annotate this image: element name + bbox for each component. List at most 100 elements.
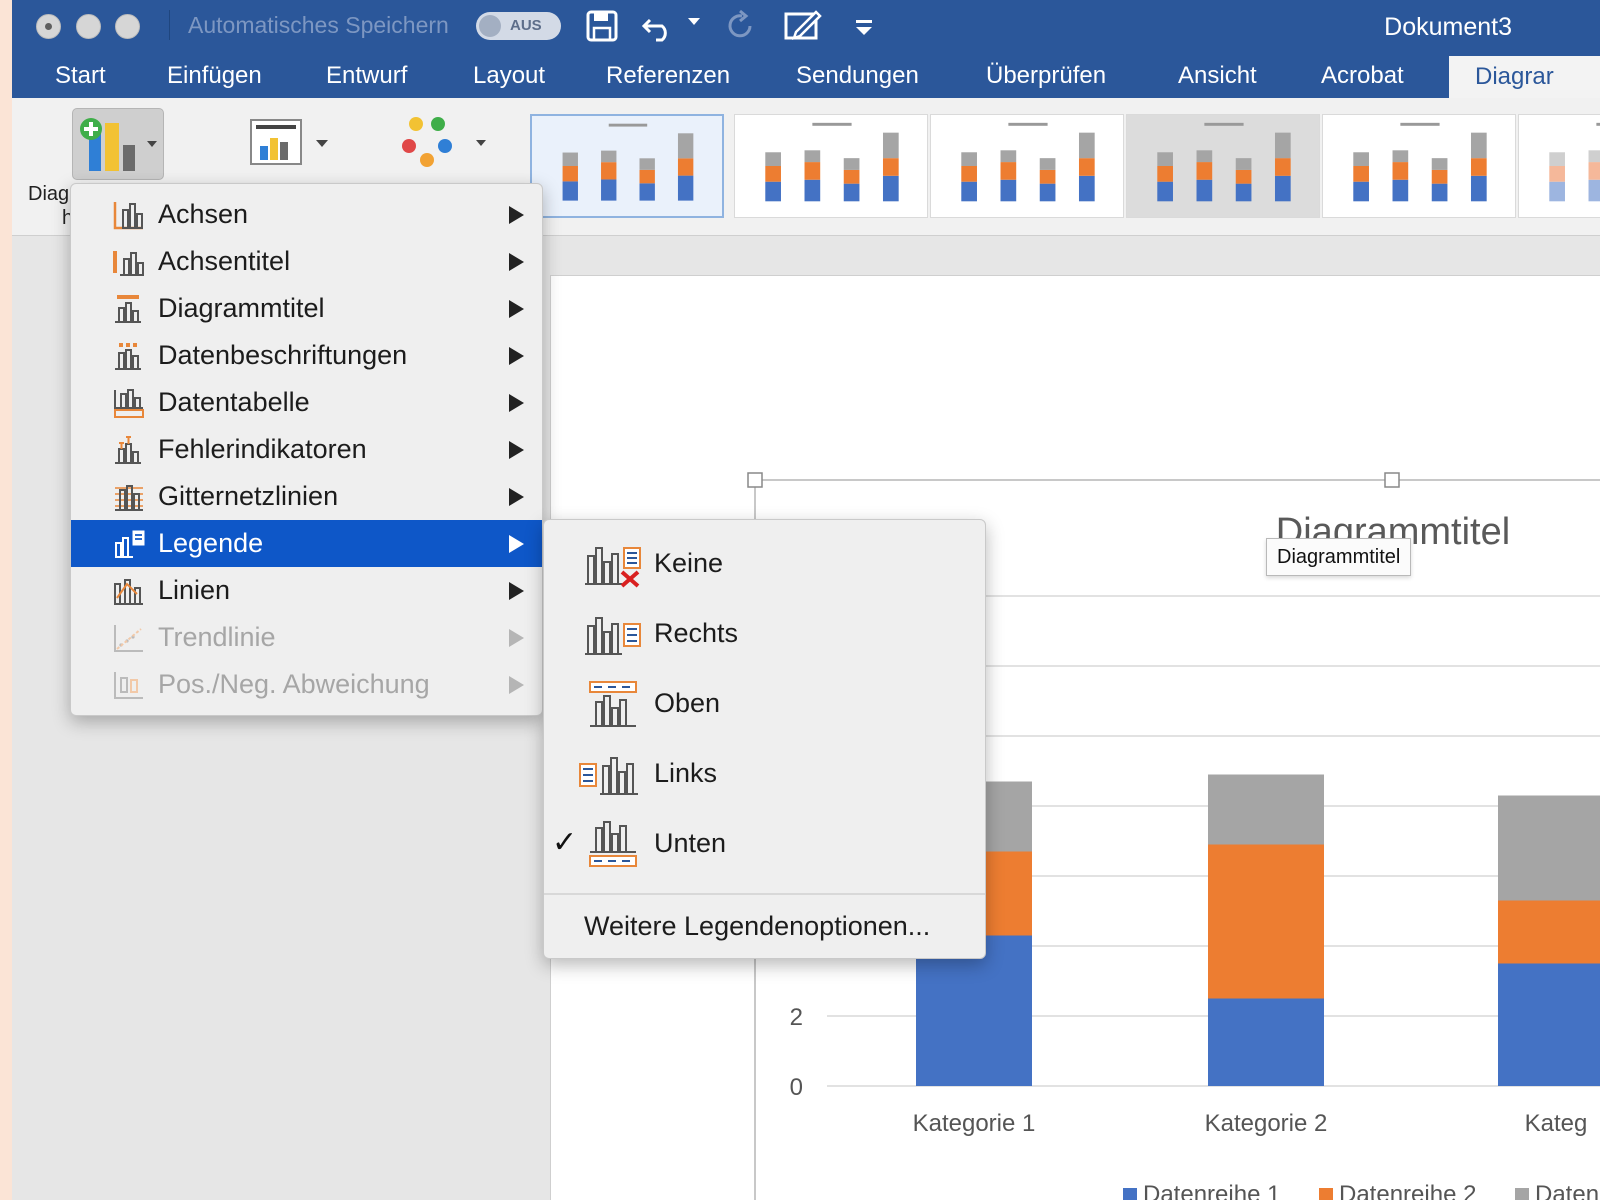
thumb-bar <box>1039 158 1056 170</box>
thumb-bar <box>882 132 899 159</box>
thumb-bar <box>804 162 821 180</box>
chart-style-thumbnail[interactable] <box>930 114 1124 218</box>
menu-item-fehlerindikatoren[interactable]: Fehlerindikatoren <box>71 426 542 473</box>
thumb-bar <box>804 179 821 202</box>
thumb-bar <box>1274 175 1291 202</box>
redo-icon[interactable] <box>724 8 758 44</box>
thumb-bar <box>1431 169 1448 184</box>
chart-style-preview <box>562 123 694 201</box>
chart-style-thumbnail[interactable] <box>734 114 928 218</box>
tab-layout[interactable]: Layout <box>473 58 545 94</box>
tab-start[interactable]: Start <box>55 58 106 94</box>
thumb-bar <box>882 175 899 202</box>
menu-item-unten[interactable]: ✓ Unten <box>544 808 985 878</box>
thumb-bar <box>601 150 617 163</box>
thumb-bar <box>1157 166 1173 182</box>
chart-style-thumbnail[interactable] <box>530 114 724 218</box>
data-labels-icon <box>115 343 141 370</box>
more-legend-options-item[interactable]: Weitere Legendenoptionen... <box>584 906 930 946</box>
menu-item-gitternetzlinien[interactable]: Gitternetzlinien <box>71 473 542 520</box>
add-chart-element-button[interactable] <box>72 108 164 180</box>
thumb-bar <box>961 181 977 202</box>
legend-right-icon <box>585 617 641 655</box>
data-table-icon <box>114 389 144 418</box>
menu-item-datentabelle[interactable]: Datentabelle <box>71 379 542 426</box>
menu-item-linien[interactable]: Linien <box>71 567 542 614</box>
quick-layout-icon[interactable] <box>250 118 310 168</box>
bar-segment <box>1498 795 1600 901</box>
save-icon[interactable] <box>584 8 620 44</box>
menu-item-keine[interactable]: Keine <box>544 528 985 598</box>
menu-item-achsentitel[interactable]: Achsentitel <box>71 238 542 285</box>
close-window-button[interactable] <box>36 14 61 39</box>
chart-styles-gallery <box>530 112 1600 222</box>
menu-item-legende[interactable]: Legende <box>71 520 542 567</box>
thumb-bar <box>1196 150 1213 163</box>
menu-item-rechts[interactable]: Rechts <box>544 598 985 668</box>
thumb-bar <box>1549 152 1565 166</box>
submenu-arrow-icon <box>509 253 524 271</box>
thumb-bar <box>1392 162 1409 180</box>
checkmark-icon: ✓ <box>552 826 578 859</box>
thumb-bar <box>1274 132 1291 159</box>
customize-toolbar-icon[interactable] <box>852 8 876 44</box>
menu-item-datenbeschriftungen[interactable]: Datenbeschriftungen <box>71 332 542 379</box>
bar-segment <box>1208 844 1324 999</box>
tab-ueberpruefen[interactable]: Überprüfen <box>986 58 1106 94</box>
zoom-window-button[interactable] <box>115 14 140 39</box>
tab-entwurf[interactable]: Entwurf <box>326 58 407 94</box>
axis-title-icon <box>113 251 144 276</box>
menu-item-diagrammtitel[interactable]: Diagrammtitel <box>71 285 542 332</box>
change-colors-icon[interactable] <box>396 114 486 174</box>
undo-dropdown-icon[interactable] <box>688 18 700 25</box>
tab-diagrammentwurf[interactable]: Diagrar <box>1449 56 1600 100</box>
thumb-bar <box>843 183 860 202</box>
thumb-bar <box>1235 158 1252 170</box>
thumb-bar <box>562 166 578 182</box>
lines-icon <box>114 579 143 605</box>
thumb-bar <box>1235 183 1252 202</box>
thumb-bar <box>562 181 578 201</box>
menu-item-label: Gitternetzlinien <box>158 481 339 511</box>
legend-left-icon <box>579 757 638 795</box>
chart-style-thumbnail[interactable] <box>1126 114 1320 218</box>
menu-item-label: Legende <box>158 528 264 558</box>
autosave-toggle-label: AUS <box>510 17 542 34</box>
selection-handle <box>747 472 763 488</box>
menu-item-label: Datentabelle <box>158 387 310 417</box>
title-bar: Automatisches Speichern AUS Dokument3 St… <box>12 0 1600 100</box>
chart-style-thumbnail[interactable] <box>1518 114 1600 218</box>
menu-item-oben[interactable]: Oben <box>544 668 985 738</box>
thumb-bar <box>1431 183 1448 202</box>
legend-icon <box>115 530 145 558</box>
bar-segment <box>1208 998 1324 1086</box>
tab-acrobat[interactable]: Acrobat <box>1321 58 1404 94</box>
tab-referenzen[interactable]: Referenzen <box>606 58 730 94</box>
menu-item-achsen[interactable]: Achsen <box>71 191 542 238</box>
autosave-toggle[interactable]: AUS <box>476 12 561 40</box>
quick-layout-dropdown-icon[interactable] <box>316 140 328 147</box>
bar-segment <box>1208 774 1324 845</box>
tab-sendungen[interactable]: Sendungen <box>796 58 919 94</box>
thumb-bar <box>843 158 860 170</box>
chart-style-preview <box>1549 122 1600 202</box>
submenu-arrow-icon <box>509 300 524 318</box>
thumb-bar <box>1470 175 1487 202</box>
thumb-bar <box>1588 162 1600 180</box>
undo-icon[interactable] <box>640 8 680 44</box>
thumb-bar <box>804 150 821 163</box>
legend-entry: Datenreihe 2 <box>1339 1181 1476 1200</box>
menu-item-label: Keine <box>654 548 724 578</box>
thumb-bar <box>1157 181 1173 202</box>
chart-style-thumbnail[interactable] <box>1322 114 1516 218</box>
legend-swatch <box>1515 1188 1529 1200</box>
edit-document-icon[interactable] <box>782 8 824 44</box>
thumb-bar <box>1078 132 1095 159</box>
menu-item-links[interactable]: Links <box>544 738 985 808</box>
tab-einfuegen[interactable]: Einfügen <box>167 58 262 94</box>
tab-ansicht[interactable]: Ansicht <box>1178 58 1257 94</box>
menu-item-label: Datenbeschriftungen <box>158 340 408 370</box>
thumb-bar <box>639 183 655 201</box>
submenu-arrow-icon <box>509 441 524 459</box>
minimize-window-button[interactable] <box>76 14 101 39</box>
